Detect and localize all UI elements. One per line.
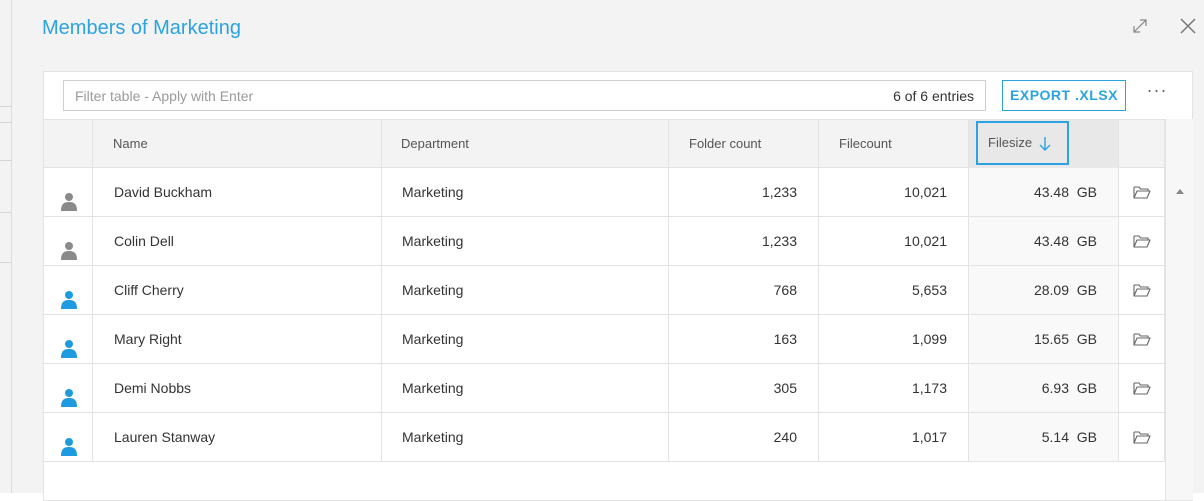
header-icon-column: [44, 120, 93, 168]
filesize-cell: 43.48 GB: [969, 217, 1119, 265]
header-name[interactable]: Name: [93, 120, 382, 168]
filecount-cell: 5,653: [819, 266, 969, 314]
filesize-cell: 6.93 GB: [969, 364, 1119, 412]
user-icon-cell: [44, 168, 93, 216]
header-actions-column: [1119, 120, 1165, 168]
sort-descending-icon: [1039, 137, 1051, 151]
user-icon-cell: [44, 217, 93, 265]
name-cell: Cliff Cherry: [93, 266, 382, 314]
folder-count-cell: 163: [669, 315, 819, 363]
user-blue-icon: [60, 379, 78, 407]
user-icon-cell: [44, 266, 93, 314]
filter-box: 6 of 6 entries: [63, 80, 986, 111]
user-gray-icon: [60, 232, 78, 260]
user-icon-cell: [44, 315, 93, 363]
user-icon-cell: [44, 364, 93, 412]
filesize-cell: 15.65 GB: [969, 315, 1119, 363]
filesize-cell: 43.48 GB: [969, 168, 1119, 216]
open-folder-icon[interactable]: [1133, 430, 1151, 444]
header-filesize[interactable]: Filesize: [976, 121, 1069, 165]
filter-input[interactable]: [64, 81, 844, 110]
filesize-cell: 28.09 GB: [969, 266, 1119, 314]
user-icon-cell: [44, 413, 93, 461]
table-row[interactable]: David Buckham Marketing 1,233 10,021 43.48 G…: [44, 168, 1165, 217]
department-cell: Marketing: [382, 266, 669, 314]
scroll-up-icon[interactable]: [1176, 189, 1184, 194]
table-row[interactable]: Mary Right Marketing 163 1,099 15.65 GB: [44, 315, 1165, 364]
name-cell: Lauren Stanway: [93, 413, 382, 461]
open-folder-icon[interactable]: [1133, 185, 1151, 199]
department-cell: Marketing: [382, 315, 669, 363]
export-xlsx-button[interactable]: EXPORT .XLSX: [1002, 80, 1126, 111]
filecount-cell: 1,099: [819, 315, 969, 363]
folder-count-cell: 768: [669, 266, 819, 314]
more-options-button[interactable]: ···: [1142, 81, 1172, 106]
user-blue-icon: [60, 281, 78, 309]
department-cell: Marketing: [382, 364, 669, 412]
members-dialog: Members of Marketing 6 of 6 entries EXPO…: [12, 0, 1204, 501]
dialog-header: Members of Marketing: [12, 0, 1204, 56]
folder-count-cell: 1,233: [669, 168, 819, 216]
department-cell: Marketing: [382, 217, 669, 265]
entries-count: 6 of 6 entries: [893, 88, 974, 104]
user-blue-icon: [60, 428, 78, 456]
filecount-cell: 1,017: [819, 413, 969, 461]
filecount-cell: 10,021: [819, 217, 969, 265]
name-cell: Colin Dell: [93, 217, 382, 265]
open-folder-icon[interactable]: [1133, 332, 1151, 346]
table-row[interactable]: Colin Dell Marketing 1,233 10,021 43.48 GB: [44, 217, 1165, 266]
open-folder-icon[interactable]: [1133, 283, 1151, 297]
dialog-title: Members of Marketing: [42, 17, 241, 39]
table-header: Name Department Folder count Filecount F…: [44, 119, 1165, 168]
open-folder-icon[interactable]: [1133, 234, 1151, 248]
folder-count-cell: 305: [669, 364, 819, 412]
table-row[interactable]: Demi Nobbs Marketing 305 1,173 6.93 GB: [44, 364, 1165, 413]
table-row[interactable]: Lauren Stanway Marketing 240 1,017 5.14 GB: [44, 413, 1165, 462]
table-row[interactable]: Cliff Cherry Marketing 768 5,653 28.09 GB: [44, 266, 1165, 315]
table-scrollbar[interactable]: [1165, 119, 1193, 500]
open-folder-icon[interactable]: [1133, 381, 1151, 395]
table-body: David Buckham Marketing 1,233 10,021 43.48 G…: [44, 168, 1165, 462]
filecount-cell: 1,173: [819, 364, 969, 412]
header-filecount[interactable]: Filecount: [819, 120, 969, 168]
expand-icon[interactable]: [1130, 16, 1150, 36]
user-gray-icon: [60, 183, 78, 211]
filecount-cell: 10,021: [819, 168, 969, 216]
members-panel: 6 of 6 entries EXPORT .XLSX ··· Name Dep…: [43, 71, 1193, 501]
name-cell: David Buckham: [93, 168, 382, 216]
close-icon[interactable]: [1178, 16, 1198, 36]
filesize-cell: 5.14 GB: [969, 413, 1119, 461]
header-folder-count[interactable]: Folder count: [669, 120, 819, 168]
name-cell: Demi Nobbs: [93, 364, 382, 412]
header-department[interactable]: Department: [382, 120, 669, 168]
department-cell: Marketing: [382, 168, 669, 216]
folder-count-cell: 1,233: [669, 217, 819, 265]
header-filesize-label: Filesize: [988, 135, 1033, 150]
name-cell: Mary Right: [93, 315, 382, 363]
department-cell: Marketing: [382, 413, 669, 461]
members-table: Name Department Folder count Filecount F…: [44, 119, 1165, 462]
user-blue-icon: [60, 330, 78, 358]
folder-count-cell: 240: [669, 413, 819, 461]
